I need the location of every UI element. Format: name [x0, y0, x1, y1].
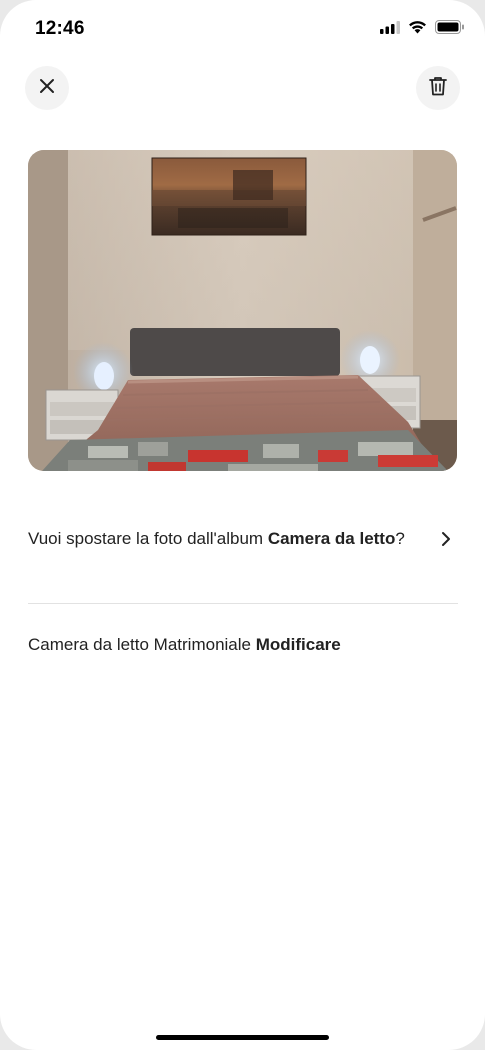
edit-caption-link[interactable]: Modificare	[256, 635, 341, 654]
delete-button[interactable]	[416, 66, 460, 110]
album-name: Camera da letto	[267, 529, 396, 548]
trash-icon	[429, 76, 447, 101]
close-icon	[39, 78, 55, 99]
status-bar: 12:46	[0, 0, 485, 58]
move-prompt-prefix: Vuoi spostare la foto dall'album	[28, 529, 268, 548]
bedroom-photo[interactable]	[28, 150, 457, 471]
move-prompt-suffix: ?	[395, 529, 405, 548]
cellular-signal-icon	[380, 20, 400, 39]
caption-text: Camera da letto Matrimoniale	[28, 635, 256, 654]
move-photo-text: Vuoi spostare la foto dall'album Camera …	[28, 527, 418, 551]
home-indicator[interactable]	[156, 1035, 329, 1040]
status-time: 12:46	[35, 18, 85, 39]
bedroom-photo-illustration	[28, 150, 457, 471]
status-icons	[380, 20, 465, 39]
chevron-right-icon	[440, 531, 452, 552]
move-photo-prompt[interactable]: Vuoi spostare la foto dall'album Camera …	[28, 527, 458, 579]
wifi-icon	[408, 20, 427, 39]
photo-caption: Camera da letto Matrimoniale Modificare	[28, 633, 341, 657]
battery-icon	[435, 20, 465, 39]
close-button[interactable]	[25, 66, 69, 110]
screen: 12:46 Vuoi spostare la foto dall'album C…	[0, 0, 485, 1050]
divider	[28, 603, 458, 604]
